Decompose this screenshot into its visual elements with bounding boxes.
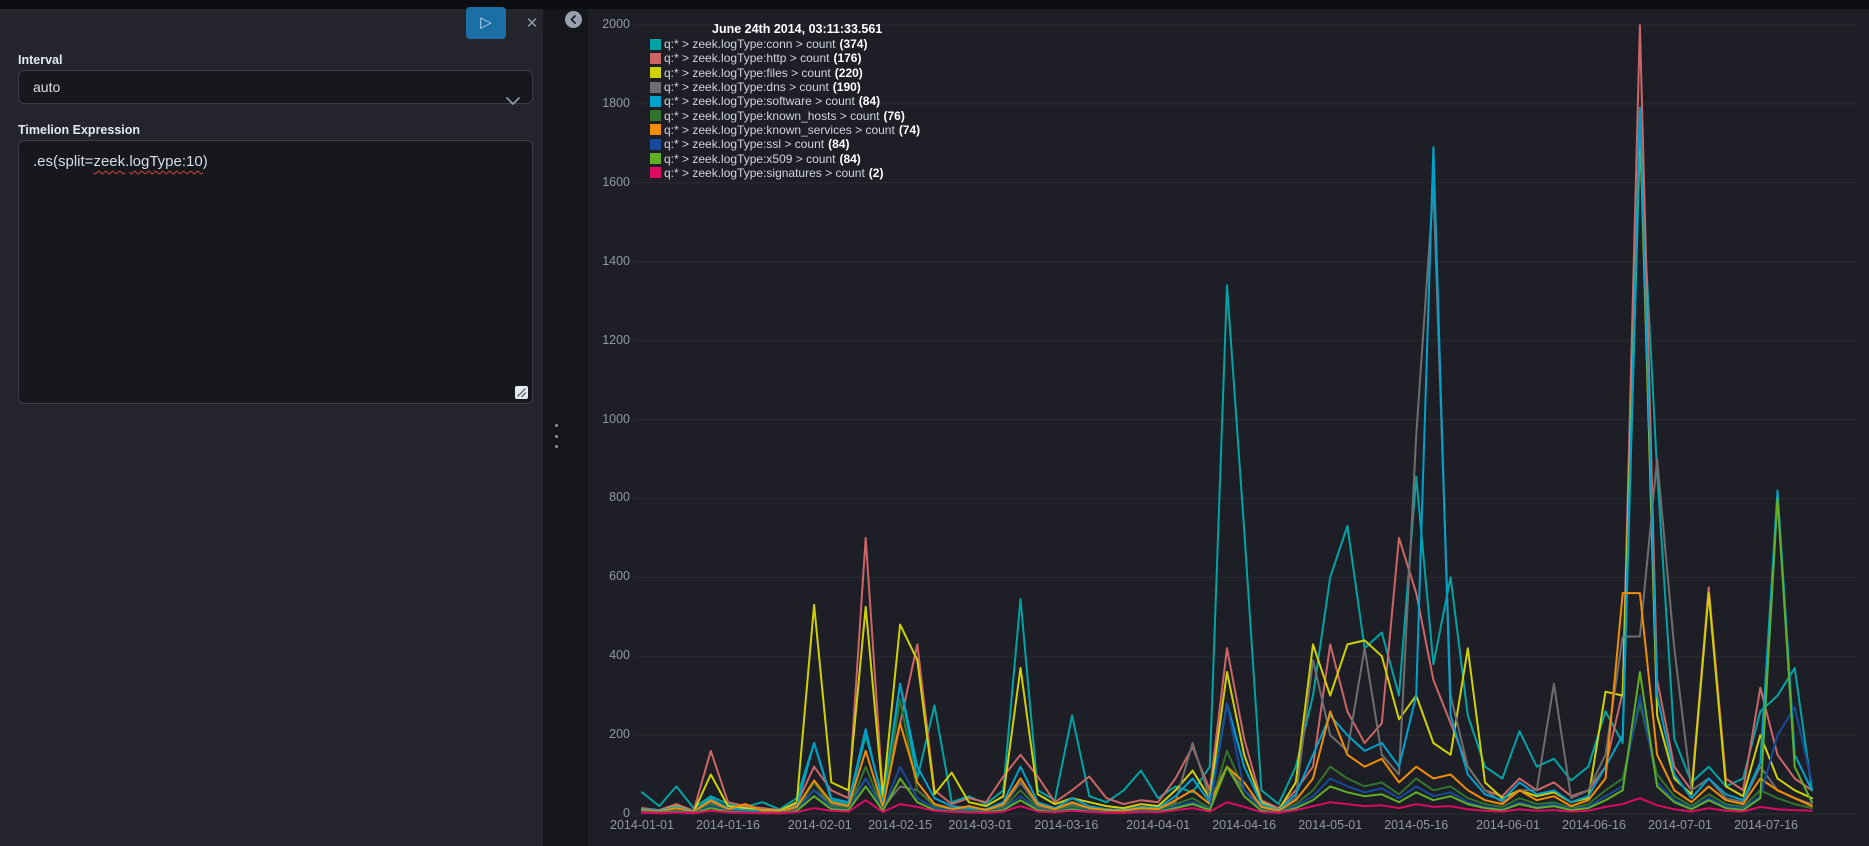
x-axis-tick-label: 2014-03-16	[1034, 818, 1099, 832]
legend-swatch-icon	[650, 153, 661, 165]
y-axis-tick-label: 2000	[602, 17, 630, 31]
legend-label: q:* > zeek.logType:files > count	[664, 65, 831, 80]
x-axis-tick-label: 2014-03-01	[948, 818, 1013, 832]
top-bar	[0, 0, 1869, 9]
apply-expression-button[interactable]: ▷	[466, 7, 506, 39]
legend-label: q:* > zeek.logType:software > count	[664, 94, 855, 109]
legend-swatch-icon	[650, 52, 661, 64]
legend-hover-value: (374)	[839, 37, 868, 52]
legend-swatch-icon	[650, 110, 661, 122]
legend-item-x509[interactable]: q:* > zeek.logType:x509 > count (84)	[650, 151, 920, 166]
legend-swatch-icon	[650, 95, 661, 107]
panel-resizer-handle[interactable]	[551, 424, 561, 448]
legend-label: q:* > zeek.logType:dns > count	[664, 80, 829, 95]
panel-resizer-gutter	[543, 9, 588, 846]
collapse-panel-button[interactable]	[565, 11, 582, 28]
legend-hover-value: (84)	[858, 94, 881, 109]
y-axis-tick-label: 1600	[602, 174, 630, 189]
legend-label: q:* > zeek.logType:x509 > count	[664, 151, 836, 166]
timelion-chart-panel: 0 200 400 600 800 1000 1200 1400 1600 1800 2000 201…	[588, 9, 1869, 846]
legend-label: q:* > zeek.logType:ssl > count	[664, 137, 825, 152]
legend-swatch-icon	[650, 138, 661, 150]
x-axis-tick-label: 2014-04-16	[1212, 818, 1277, 832]
chevron-left-icon	[570, 15, 576, 24]
x-axis-tick-label: 2014-04-01	[1126, 818, 1191, 832]
legend-label: q:* > zeek.logType:http > count	[664, 51, 830, 66]
legend-label: q:* > zeek.logType:known_hosts > count	[664, 108, 880, 123]
legend-label: q:* > zeek.logType:signatures > count	[664, 165, 865, 180]
chart-legend: June 24th 2014, 03:11:33.561 q:* > zeek.…	[650, 22, 920, 180]
play-icon: ▷	[480, 14, 492, 31]
legend-swatch-icon	[650, 38, 661, 50]
legend-label: q:* > zeek.logType:known_services > coun…	[664, 122, 895, 137]
x-axis-tick-label: 2014-02-15	[868, 818, 933, 832]
legend-swatch-icon	[650, 67, 661, 79]
x-axis-tick-label: 2014-01-01	[610, 818, 674, 832]
legend-swatch-icon	[650, 124, 661, 136]
legend-item-known_services[interactable]: q:* > zeek.logType:known_services > coun…	[650, 123, 920, 137]
legend-swatch-icon	[650, 81, 661, 93]
y-axis-tick-label: 800	[609, 490, 630, 505]
timelion-app: ▷ ✕ Interval auto Timelion Expression .e…	[0, 0, 1869, 846]
legend-item-software[interactable]: q:* > zeek.logType:software > count (84)	[650, 94, 920, 108]
legend-item-ssl[interactable]: q:* > zeek.logType:ssl > count (84)	[650, 137, 920, 151]
x-axis-tick-label: 2014-02-01	[787, 818, 852, 832]
interval-select[interactable]: auto	[18, 70, 533, 105]
y-axis-tick-label: 1200	[602, 332, 630, 347]
legend-item-known_hosts[interactable]: q:* > zeek.logType:known_hosts > count (7…	[650, 108, 920, 123]
legend-hover-value: (220)	[834, 65, 863, 80]
y-axis-tick-label: 1400	[602, 253, 630, 268]
close-editor-button[interactable]: ✕	[520, 11, 544, 35]
interval-label: Interval	[18, 53, 63, 67]
legend-hover-value: (190)	[832, 80, 861, 95]
x-axis-tick-label: 2014-06-16	[1562, 818, 1626, 832]
chevron-down-icon	[506, 84, 520, 116]
legend-hover-value: (176)	[833, 51, 862, 66]
y-axis-tick-label: 1800	[602, 95, 630, 110]
textarea-resize-handle-icon[interactable]	[515, 386, 528, 399]
y-axis-tick-label: 400	[609, 648, 630, 663]
legend-item-conn[interactable]: q:* > zeek.logType:conn > count (374)	[650, 37, 920, 51]
hover-timestamp: June 24th 2014, 03:11:33.561	[712, 22, 883, 36]
legend-hover-value: (84)	[839, 151, 861, 166]
legend-item-dns[interactable]: q:* > zeek.logType:dns > count (190)	[650, 80, 920, 94]
timelion-editor-panel: ▷ ✕ Interval auto Timelion Expression .e…	[0, 7, 544, 846]
legend-hover-value: (74)	[898, 122, 921, 137]
legend-hover-value: (2)	[868, 165, 884, 180]
interval-value: auto	[33, 79, 61, 95]
y-axis-tick-label: 1000	[602, 411, 630, 426]
x-axis-tick-label: 2014-05-01	[1298, 818, 1363, 832]
x-axis-tick-label: 2014-06-01	[1476, 818, 1540, 832]
legend-label: q:* > zeek.logType:conn > count	[664, 37, 836, 52]
series-line-signatures[interactable]	[641, 797, 1813, 815]
legend-item-http[interactable]: q:* > zeek.logType:http > count (176)	[650, 51, 920, 65]
y-axis-tick-label: 200	[609, 727, 630, 742]
expression-text: .es(split=zeek.logType:10)	[33, 153, 208, 170]
legend-item-signatures[interactable]: q:* > zeek.logType:signatures > count (2)	[650, 166, 920, 180]
expression-label: Timelion Expression	[18, 123, 141, 137]
x-axis-tick-label: 2014-07-16	[1734, 818, 1799, 832]
x-axis-tick-label: 2014-07-01	[1648, 818, 1712, 832]
y-axis-tick-label: 600	[609, 569, 630, 584]
x-axis-tick-label: 2014-01-16	[696, 818, 760, 832]
legend-item-files[interactable]: q:* > zeek.logType:files > count (220)	[650, 66, 920, 80]
close-icon: ✕	[525, 15, 539, 32]
legend-hover-value: (76)	[883, 108, 905, 123]
timelion-expression-input[interactable]: .es(split=zeek.logType:10)	[18, 140, 533, 404]
legend-swatch-icon	[650, 167, 661, 179]
legend-hover-value: (84)	[828, 137, 850, 152]
x-axis-tick-label: 2014-05-16	[1384, 818, 1449, 832]
